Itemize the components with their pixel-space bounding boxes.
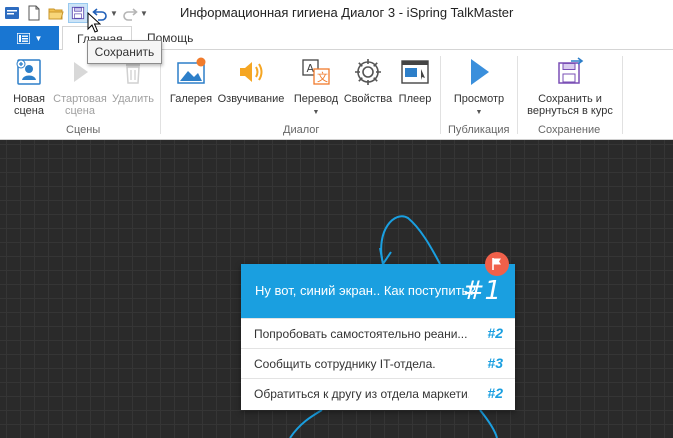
- scene-header[interactable]: Ну вот, синий экран.. Как поступить? #1: [241, 264, 515, 318]
- save-return-label-2: вернуться в курс: [527, 105, 613, 117]
- file-menu-dropdown-icon: ▼: [34, 33, 43, 43]
- answer-text: Обратиться к другу из отдела маркети...: [254, 387, 469, 401]
- translate-dropdown-icon: ▼: [312, 109, 320, 116]
- gallery-icon: [173, 54, 209, 90]
- group-divider: [160, 56, 161, 134]
- save-return-icon: [552, 54, 588, 90]
- quick-access-toolbar: ▼ ▼: [0, 0, 148, 26]
- undo-dropdown-icon[interactable]: ▼: [110, 3, 118, 23]
- scene-question: Ну вот, синий экран.. Как поступить?: [255, 283, 476, 298]
- link-arrow: [289, 409, 323, 438]
- save-and-return-button[interactable]: Сохранить и вернуться в курс: [522, 54, 618, 117]
- new-scene-label-1: Новая: [13, 93, 45, 105]
- properties-button[interactable]: Свойства: [342, 54, 394, 105]
- link-arrow: [479, 409, 498, 438]
- app-icon[interactable]: [2, 3, 22, 23]
- mouse-cursor-icon: [87, 12, 101, 33]
- voiceover-button[interactable]: Озвучивание: [214, 54, 288, 105]
- speaker-icon: [233, 54, 269, 90]
- new-scene-icon: [11, 54, 47, 90]
- group-label-saving: Сохранение: [538, 124, 601, 136]
- file-menu-icon: [16, 32, 30, 44]
- translate-button[interactable]: A文 Перевод ▼: [290, 54, 342, 119]
- translate-icon: A文: [298, 54, 334, 90]
- scene-card[interactable]: Ну вот, синий экран.. Как поступить? #1 …: [241, 252, 515, 410]
- group-divider: [517, 56, 518, 134]
- dialog-canvas[interactable]: Ну вот, синий экран.. Как поступить? #1 …: [0, 140, 673, 438]
- answer-link[interactable]: #2: [487, 325, 503, 341]
- save-tooltip: Сохранить: [87, 40, 162, 64]
- preview-button[interactable]: Просмотр ▼: [446, 54, 512, 119]
- scene-number: #1: [462, 276, 501, 306]
- customize-toolbar-icon[interactable]: ▼: [140, 3, 148, 23]
- group-divider: [622, 56, 623, 134]
- svg-text:A: A: [307, 62, 315, 75]
- preview-label: Просмотр: [453, 93, 505, 105]
- group-label-scenes: Сцены: [66, 124, 101, 136]
- start-scene-label-1: Стартовая: [53, 93, 107, 105]
- new-document-icon[interactable]: [24, 3, 44, 23]
- answer-text: Сообщить сотруднику IT-отдела.: [254, 357, 436, 371]
- delete-label: Удалить: [112, 93, 154, 105]
- answer-option[interactable]: Попробовать самостоятельно реани... #2: [241, 318, 515, 348]
- answer-option[interactable]: Сообщить сотруднику IT-отдела. #3: [241, 348, 515, 378]
- answer-option[interactable]: Обратиться к другу из отдела маркети... …: [241, 378, 515, 408]
- group-label-publishing: Публикация: [448, 124, 510, 136]
- player-icon: [397, 54, 433, 90]
- group-label-dialog: Диалог: [283, 124, 320, 136]
- player-button[interactable]: Плеер: [394, 54, 436, 105]
- answer-link[interactable]: #3: [487, 355, 503, 371]
- preview-dropdown-icon: ▼: [475, 109, 483, 116]
- save-icon[interactable]: [68, 3, 88, 23]
- new-scene-label-2: сцена: [14, 105, 44, 117]
- answer-text: Попробовать самостоятельно реани...: [254, 327, 468, 341]
- new-scene-button[interactable]: Новая сцена: [6, 54, 52, 117]
- gallery-label: Галерея: [169, 93, 213, 105]
- gallery-button[interactable]: Галерея: [166, 54, 216, 105]
- save-return-label-1: Сохранить и: [538, 93, 602, 105]
- window-title: Информационная гигиена Диалог 3 - iSprin…: [180, 5, 514, 20]
- start-flag-icon: [485, 252, 509, 276]
- file-menu-button[interactable]: ▼: [0, 26, 59, 50]
- redo-icon[interactable]: [120, 3, 140, 23]
- open-folder-icon[interactable]: [46, 3, 66, 23]
- svg-text:文: 文: [317, 70, 328, 84]
- gear-icon: [350, 54, 386, 90]
- loop-arrow: [380, 215, 441, 265]
- answer-link[interactable]: #2: [487, 385, 503, 401]
- play-icon: [461, 54, 497, 90]
- start-scene-label-2: сцена: [65, 105, 95, 117]
- group-divider: [440, 56, 441, 134]
- properties-label: Свойства: [343, 93, 393, 105]
- translate-label: Перевод: [293, 93, 339, 105]
- voiceover-label: Озвучивание: [217, 93, 285, 105]
- player-label: Плеер: [398, 93, 432, 105]
